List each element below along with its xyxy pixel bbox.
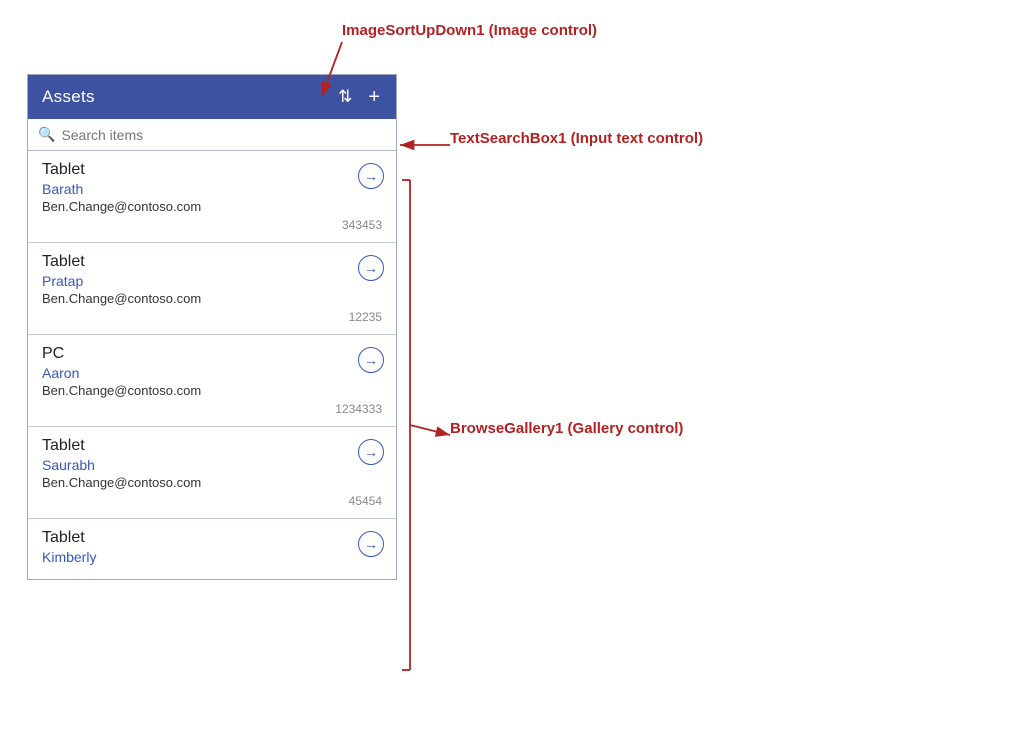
list-item: Tablet Barath Ben.Change@contoso.com 343… [28, 151, 396, 243]
sort-annotation-label: ImageSortUpDown1 (Image control) [342, 22, 597, 39]
item-name[interactable]: Aaron [42, 365, 382, 381]
item-number: 1234333 [42, 402, 382, 420]
app-container: Assets ⇅ + 🔍 Tablet Barath Ben.Change@co… [0, 0, 1018, 742]
item-name[interactable]: Kimberly [42, 549, 382, 565]
navigate-button[interactable]: → [358, 163, 384, 189]
plus-icon: + [368, 87, 380, 107]
navigate-button[interactable]: → [358, 531, 384, 557]
item-type: Tablet [42, 253, 382, 271]
item-email: Ben.Change@contoso.com [42, 383, 382, 398]
add-button[interactable]: + [366, 85, 382, 109]
gallery-annotation-label: BrowseGallery1 (Gallery control) [450, 420, 683, 437]
item-email: Ben.Change@contoso.com [42, 291, 382, 306]
navigate-button[interactable]: → [358, 439, 384, 465]
list-item: Tablet Saurabh Ben.Change@contoso.com 45… [28, 427, 396, 519]
panel: Assets ⇅ + 🔍 Tablet Barath Ben.Change@co… [27, 74, 397, 580]
search-box: 🔍 [28, 119, 396, 151]
navigate-button[interactable]: → [358, 255, 384, 281]
item-email: Ben.Change@contoso.com [42, 199, 382, 214]
list-item: PC Aaron Ben.Change@contoso.com 1234333 … [28, 335, 396, 427]
item-email: Ben.Change@contoso.com [42, 475, 382, 490]
panel-header: Assets ⇅ + [28, 75, 396, 119]
panel-title: Assets [42, 87, 95, 107]
search-annotation-label: TextSearchBox1 (Input text control) [450, 130, 703, 147]
item-type: PC [42, 345, 382, 363]
header-icons: ⇅ + [336, 85, 382, 109]
navigate-button[interactable]: → [358, 347, 384, 373]
sort-button[interactable]: ⇅ [336, 85, 354, 109]
item-type: Tablet [42, 161, 382, 179]
sort-icon: ⇅ [338, 87, 352, 107]
item-type: Tablet [42, 529, 382, 547]
item-type: Tablet [42, 437, 382, 455]
item-number: 12235 [42, 310, 382, 328]
search-input[interactable] [61, 127, 386, 143]
gallery: Tablet Barath Ben.Change@contoso.com 343… [28, 151, 396, 579]
item-number: 343453 [42, 218, 382, 236]
item-number: 45454 [42, 494, 382, 512]
search-icon: 🔍 [38, 126, 55, 143]
item-name[interactable]: Saurabh [42, 457, 382, 473]
list-item: Tablet Pratap Ben.Change@contoso.com 122… [28, 243, 396, 335]
item-name[interactable]: Pratap [42, 273, 382, 289]
list-item: Tablet Kimberly → [28, 519, 396, 579]
item-name[interactable]: Barath [42, 181, 382, 197]
